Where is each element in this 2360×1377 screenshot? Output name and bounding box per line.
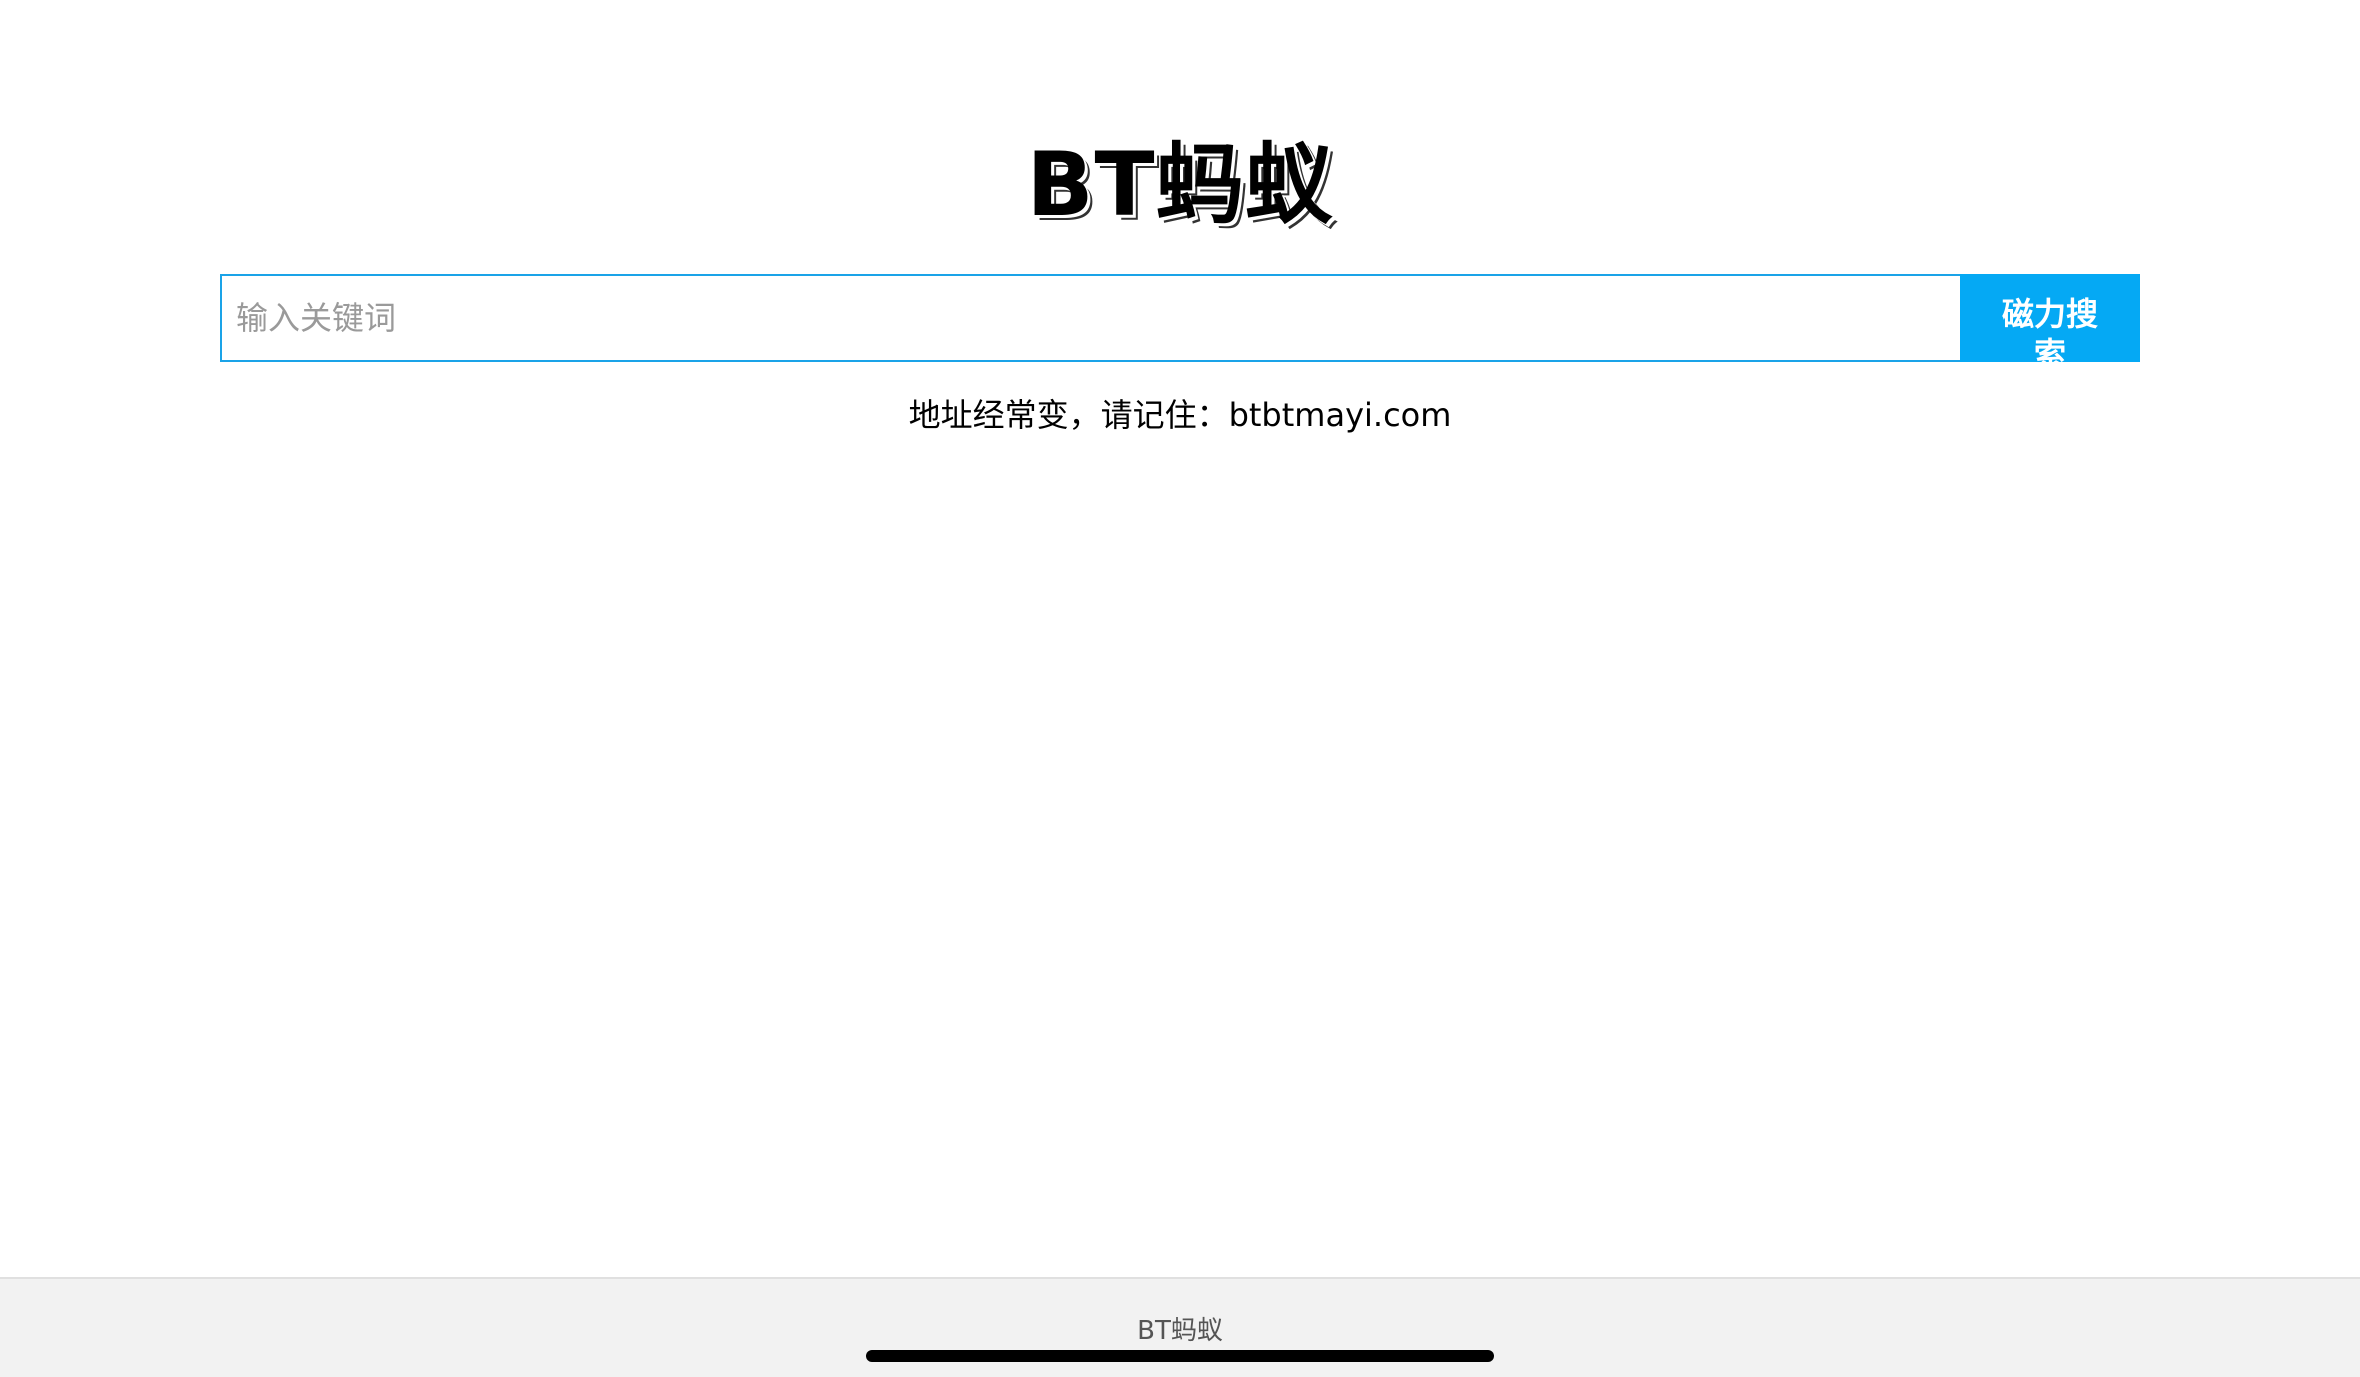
- address-notice: 地址经常变，请记住：btbtmayi.com: [908, 396, 1452, 434]
- page: BT蚂蚁 磁力搜索 地址经常变，请记住：btbtmayi.com BT蚂蚁: [0, 0, 2360, 1377]
- magnet-search-button[interactable]: 磁力搜索: [1960, 274, 2140, 362]
- footer-title: BT蚂蚁: [1137, 1316, 1223, 1346]
- site-title: BT蚂蚁: [1026, 133, 1334, 236]
- footer: BT蚂蚁: [0, 1277, 2360, 1377]
- search-form: 磁力搜索: [220, 274, 2140, 362]
- home-indicator: [866, 1350, 1494, 1362]
- search-input[interactable]: [220, 274, 1960, 362]
